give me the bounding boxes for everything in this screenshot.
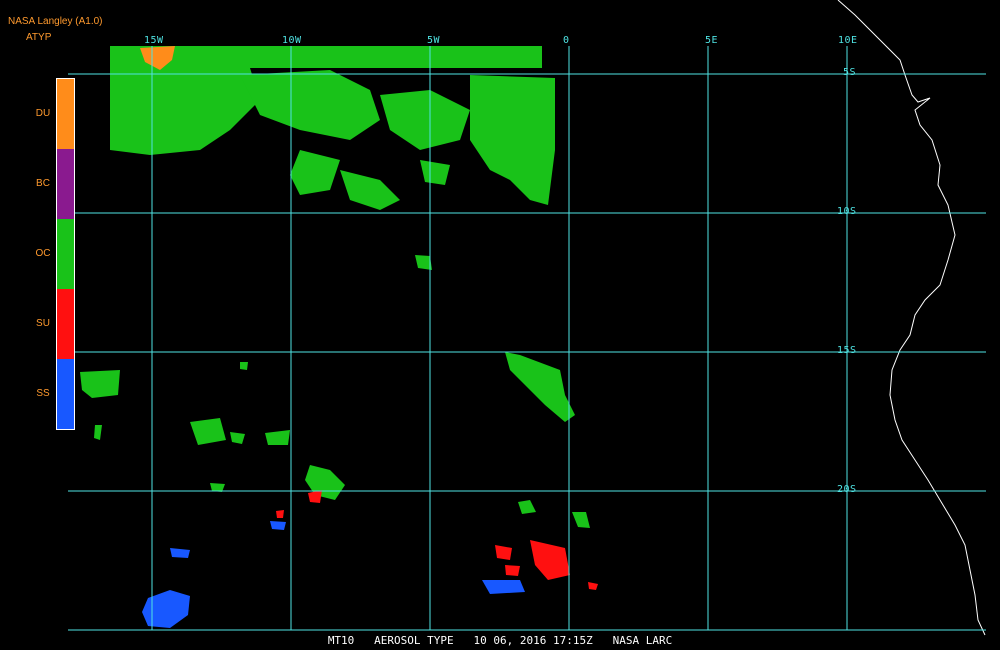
sea-salt-region [142,521,525,628]
footer-caption: MT10 AEROSOL TYPE 10 06, 2016 17:15Z NAS… [327,634,673,647]
sulfate-region [276,490,598,590]
lon-label-5e: 5E [705,35,719,46]
lon-label-15w: 15W [144,35,164,46]
product-code: ATYP [26,32,52,43]
lat-label-15s: 15S [837,345,857,356]
legend-colorbar [56,78,75,430]
legend-swatch-su [57,289,74,359]
lon-label-5w: 5W [427,35,441,46]
lon-label-0: 0 [563,35,570,46]
legend-label-oc: OC [35,248,51,259]
header-title: NASA Langley (A1.0) [8,16,103,27]
aerosol-map [68,0,986,636]
legend-label-du: DU [35,108,51,119]
lon-label-10w: 10W [282,35,302,46]
legend-swatch-du [57,79,74,149]
lat-label-20s: 20S [837,484,857,495]
legend-label-bc: BC [36,178,50,189]
legend-swatch-oc [57,219,74,289]
aerosol-layer [80,46,598,628]
legend-label-su: SU [36,318,50,329]
legend-swatch-ss [57,359,74,429]
organic-carbon-region [80,46,590,528]
legend-swatch-bc [57,149,74,219]
legend-label-ss: SS [36,388,50,399]
lat-label-5s: 5S [843,67,857,78]
lon-label-10e: 10E [838,35,858,46]
lat-label-10s: 10S [837,206,857,217]
coastline [837,0,986,636]
